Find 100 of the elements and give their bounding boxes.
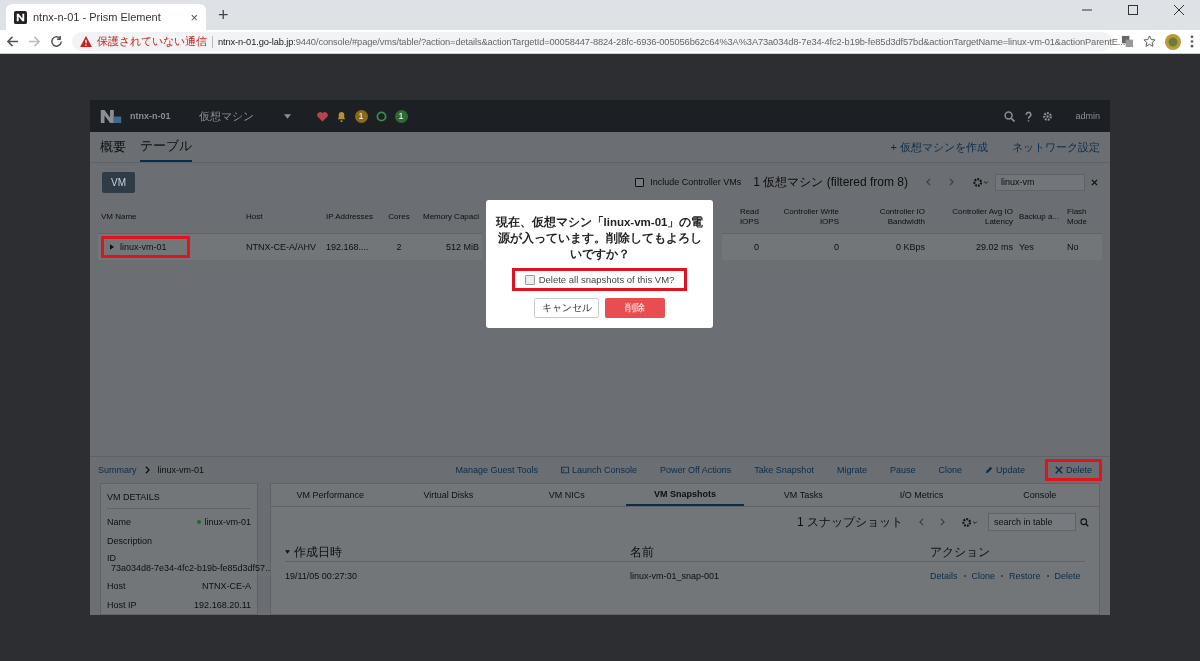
- table-cell: 512 MiB: [445, 242, 479, 252]
- header-link[interactable]: ネットワーク設定: [1012, 139, 1100, 155]
- heart-icon[interactable]: [316, 110, 328, 122]
- summary-link[interactable]: Summary: [98, 465, 137, 475]
- row-action-link[interactable]: Clone: [971, 571, 996, 581]
- task-count[interactable]: 1: [394, 109, 408, 123]
- star-icon[interactable]: [1143, 35, 1156, 48]
- gear-icon[interactable]: [1042, 110, 1054, 122]
- previous-icon[interactable]: [919, 518, 924, 526]
- column-header[interactable]: アクション: [930, 544, 1085, 560]
- action-link[interactable]: Clone: [935, 462, 965, 478]
- action-link[interactable]: Migrate: [833, 462, 870, 478]
- detail-tab[interactable]: VM Performance: [271, 484, 390, 506]
- checkbox[interactable]: [524, 274, 535, 285]
- search-field[interactable]: search in table: [988, 513, 1076, 531]
- tab-title[interactable]: ntnx-n-01 - Prism Element: [33, 11, 185, 23]
- vm-button[interactable]: VM: [102, 171, 135, 193]
- field-label: Name: [107, 516, 131, 527]
- action-link[interactable]: Delete: [1045, 459, 1102, 481]
- table-cell-text: linux-vm-01_snap-001: [630, 571, 721, 581]
- row-action-link[interactable]: Delete: [1054, 571, 1081, 581]
- detail-tab[interactable]: Console: [980, 484, 1099, 506]
- field-label: ID: [107, 553, 116, 563]
- vm-name-cell[interactable]: linux-vm-01: [101, 236, 190, 258]
- table-cell: NTNX-CE-A/AHV: [246, 242, 316, 252]
- settings-icon[interactable]: [972, 176, 989, 188]
- back-icon[interactable]: [6, 35, 19, 48]
- checkbox[interactable]: [635, 177, 645, 187]
- snapshot-checkbox-option[interactable]: Delete all snapshots of this VM?: [511, 268, 688, 292]
- field-label: Host: [107, 580, 126, 591]
- vm-count: 1 仮想マシン (filtered from 8): [753, 173, 908, 191]
- view-tab[interactable]: テーブル: [140, 132, 192, 162]
- table-cell: 192.168....: [326, 242, 369, 252]
- checkbox-label[interactable]: Delete all snapshots of this VM?: [538, 274, 675, 286]
- avatar-icon[interactable]: [1165, 33, 1181, 50]
- expand-icon[interactable]: [110, 244, 114, 250]
- column-header[interactable]: 名前: [630, 544, 930, 560]
- table-cell: 29.02 ms: [975, 242, 1013, 252]
- reload-icon[interactable]: [50, 35, 63, 48]
- new-tab-button[interactable]: +: [218, 5, 229, 26]
- ring-icon[interactable]: [375, 110, 387, 122]
- alert-count[interactable]: 1: [354, 109, 368, 123]
- tab-close-button[interactable]: ×: [190, 9, 198, 25]
- logo-icon[interactable]: [100, 109, 122, 123]
- detail-tab[interactable]: Virtual Disks: [389, 484, 508, 506]
- maximize-icon[interactable]: [1128, 5, 1138, 15]
- detail-tab[interactable]: I/O Metrics: [862, 484, 981, 506]
- bell-icon[interactable]: [335, 110, 347, 122]
- app-logo-icon: [14, 10, 27, 24]
- next-icon[interactable]: [940, 518, 945, 526]
- action-link[interactable]: Power Off Actions: [656, 462, 735, 478]
- help-icon[interactable]: [1023, 110, 1035, 122]
- close-icon: [1055, 466, 1063, 474]
- search-icon[interactable]: [1004, 110, 1016, 122]
- detail-tab[interactable]: VM Snapshots: [625, 484, 745, 506]
- cancel-button[interactable]: キャンセル: [534, 298, 599, 319]
- table-cell-text: 19/11/05 00:27:30: [285, 571, 358, 581]
- checkbox-label: Include Controller VMs: [650, 177, 742, 187]
- row-action-link[interactable]: Details: [930, 571, 958, 581]
- view-tab[interactable]: 概要: [100, 132, 126, 162]
- table-cell: 0: [834, 242, 839, 252]
- row-action-link[interactable]: Restore: [1009, 571, 1041, 581]
- settings-icon[interactable]: [961, 516, 978, 528]
- detail-tab[interactable]: VM NICs: [507, 484, 626, 506]
- user-menu[interactable]: admin: [1075, 111, 1100, 121]
- field-label: Host IP: [107, 599, 137, 610]
- action-link[interactable]: Take Snapshot: [751, 462, 817, 478]
- close-icon[interactable]: [1174, 5, 1184, 15]
- table-cell: No: [1067, 242, 1079, 252]
- url-text[interactable]: ntnx-n-01.go-lab.jp:9440/console/#page/vms/table/?action=details&actionTargetId=00058447-8824-28fc-6936-005056b62c64%3A%3A73a034d8-7e34-4fc2-b19b-fe85d3df57bd&actionTargetName=linux-vm-01&actionParentE...: [218, 36, 1126, 47]
- console-icon: [560, 466, 569, 474]
- field-value: 192.168.20.11: [194, 599, 251, 610]
- table-cell: 0: [754, 242, 759, 252]
- clear-icon[interactable]: [1091, 178, 1098, 186]
- header-link[interactable]: + 仮想マシンを作成: [890, 139, 988, 155]
- delete-button[interactable]: 削除: [605, 298, 665, 319]
- column-header[interactable]: 作成日時: [294, 544, 630, 560]
- pencil-icon: [984, 466, 993, 474]
- action-link[interactable]: Pause: [886, 462, 919, 478]
- action-link[interactable]: Manage Guest Tools: [452, 462, 541, 478]
- menu-icon[interactable]: [1190, 35, 1194, 48]
- action-link[interactable]: Update: [981, 462, 1028, 478]
- section-menu[interactable]: 仮想マシン: [198, 108, 254, 124]
- field-value: linux-vm-01: [197, 516, 251, 527]
- cluster-name[interactable]: ntnx-n-01: [130, 111, 171, 121]
- breadcrumb-item: linux-vm-01: [157, 465, 205, 475]
- vm-name[interactable]: linux-vm-01: [120, 242, 167, 252]
- sort-icon[interactable]: [285, 550, 290, 554]
- security-warning[interactable]: 保護されていない通信: [97, 34, 207, 49]
- snapshot-count: 1 スナップショット: [797, 513, 903, 531]
- search-icon[interactable]: [1080, 517, 1089, 527]
- dialog-message: 現在、仮想マシン「linux-vm-01」の電源が入っています。削除してもよろしいですか？: [494, 214, 705, 263]
- table-cell: 0 KBps: [895, 242, 925, 252]
- detail-tab[interactable]: VM Tasks: [744, 484, 863, 506]
- search-field[interactable]: linux-vm: [995, 173, 1085, 191]
- table-cell: 2: [396, 242, 402, 252]
- action-link[interactable]: Launch Console: [557, 462, 640, 478]
- field-value: 73a034d8-7e34-4fc2-b19b-fe85d3df57...: [111, 563, 273, 573]
- warning-icon: [80, 36, 92, 47]
- caret-icon[interactable]: [283, 113, 291, 119]
